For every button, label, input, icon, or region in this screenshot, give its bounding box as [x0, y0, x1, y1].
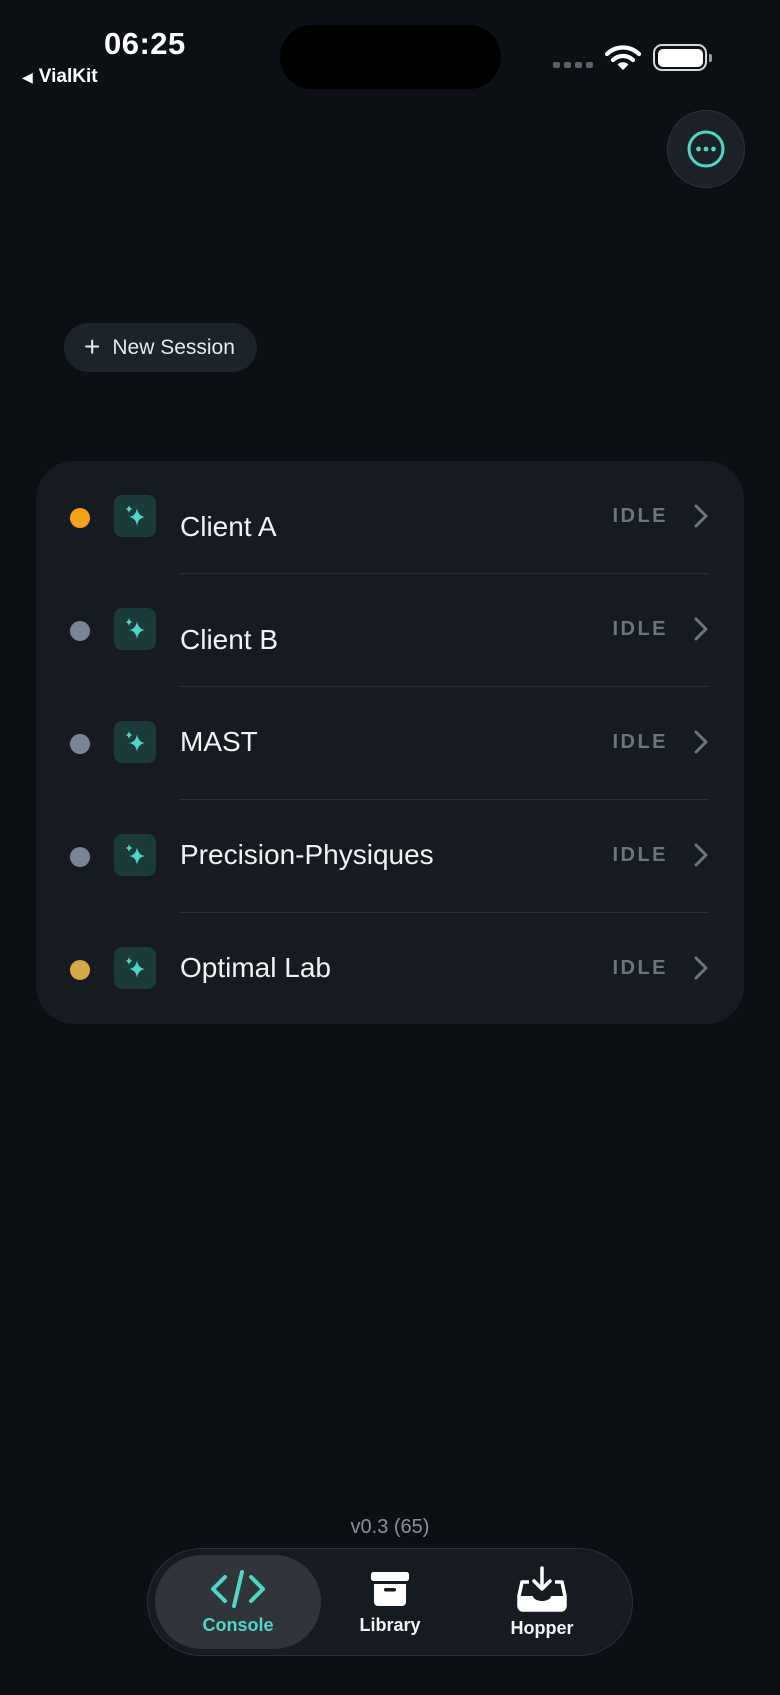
status-dot: [70, 621, 90, 641]
new-session-button[interactable]: + New Session: [64, 323, 257, 372]
tray-download-icon: [517, 1565, 567, 1612]
app-version: v0.3 (65): [350, 1516, 430, 1538]
status-dot: [70, 508, 90, 528]
back-to-app-link[interactable]: ◀ VialKit: [22, 66, 98, 88]
tab-console-label: Console: [202, 1614, 274, 1635]
cellular-signal-icon: [553, 62, 593, 68]
status-dot: [70, 847, 90, 867]
new-session-label: New Session: [112, 335, 235, 359]
session-row[interactable]: Precision-Physiques IDLE: [36, 800, 744, 913]
session-state: IDLE: [612, 505, 668, 527]
sparkle-icon: [114, 947, 156, 989]
session-row[interactable]: Optimal Lab IDLE: [36, 913, 744, 1026]
code-icon: [211, 1569, 265, 1608]
tab-hopper[interactable]: Hopper: [459, 1555, 625, 1649]
chevron-right-icon: [694, 956, 708, 985]
more-options-button[interactable]: [667, 110, 745, 188]
status-dot: [70, 960, 90, 980]
sparkle-icon: [114, 495, 156, 537]
session-name: Client B: [180, 624, 279, 655]
chevron-right-icon: [694, 730, 708, 759]
session-name: MAST: [180, 726, 258, 757]
session-row[interactable]: MAST IDLE: [36, 687, 744, 800]
back-app-label: VialKit: [38, 66, 98, 87]
session-name: Optimal Lab: [180, 952, 331, 983]
status-time: 06:25: [104, 26, 186, 61]
tab-console[interactable]: Console: [155, 1555, 321, 1649]
session-name: Client A: [180, 511, 277, 542]
back-triangle-icon: ◀: [22, 68, 33, 85]
chevron-right-icon: [694, 617, 708, 646]
chevron-right-icon: [694, 504, 708, 533]
tab-hopper-label: Hopper: [510, 1617, 574, 1638]
sparkle-icon: [114, 608, 156, 650]
sparkle-icon: [114, 721, 156, 763]
session-row[interactable]: Client A IDLE: [36, 461, 744, 574]
chevron-right-icon: [694, 843, 708, 872]
sparkle-icon: [114, 834, 156, 876]
session-state: IDLE: [612, 844, 668, 866]
tab-bar: Console Library Hopper: [147, 1548, 633, 1656]
session-name: Precision-Physiques: [180, 839, 434, 870]
session-row[interactable]: Client B IDLE: [36, 574, 744, 687]
screen: 06:25 ◀ VialKit + New Session Client A I…: [0, 0, 780, 1695]
wifi-icon: [605, 45, 641, 70]
archive-box-icon: [371, 1571, 409, 1606]
battery-icon: [653, 44, 712, 71]
session-state: IDLE: [612, 618, 668, 640]
status-dot: [70, 734, 90, 754]
plus-icon: +: [84, 330, 101, 362]
tab-library-label: Library: [359, 1614, 421, 1635]
session-state: IDLE: [612, 957, 668, 979]
session-list: Client A IDLE Client B IDLE MAST IDLE Pr…: [36, 461, 744, 1024]
tab-library[interactable]: Library: [307, 1555, 473, 1649]
ellipsis-circle-icon: [687, 130, 725, 168]
session-state: IDLE: [612, 731, 668, 753]
dynamic-island: [280, 25, 501, 89]
